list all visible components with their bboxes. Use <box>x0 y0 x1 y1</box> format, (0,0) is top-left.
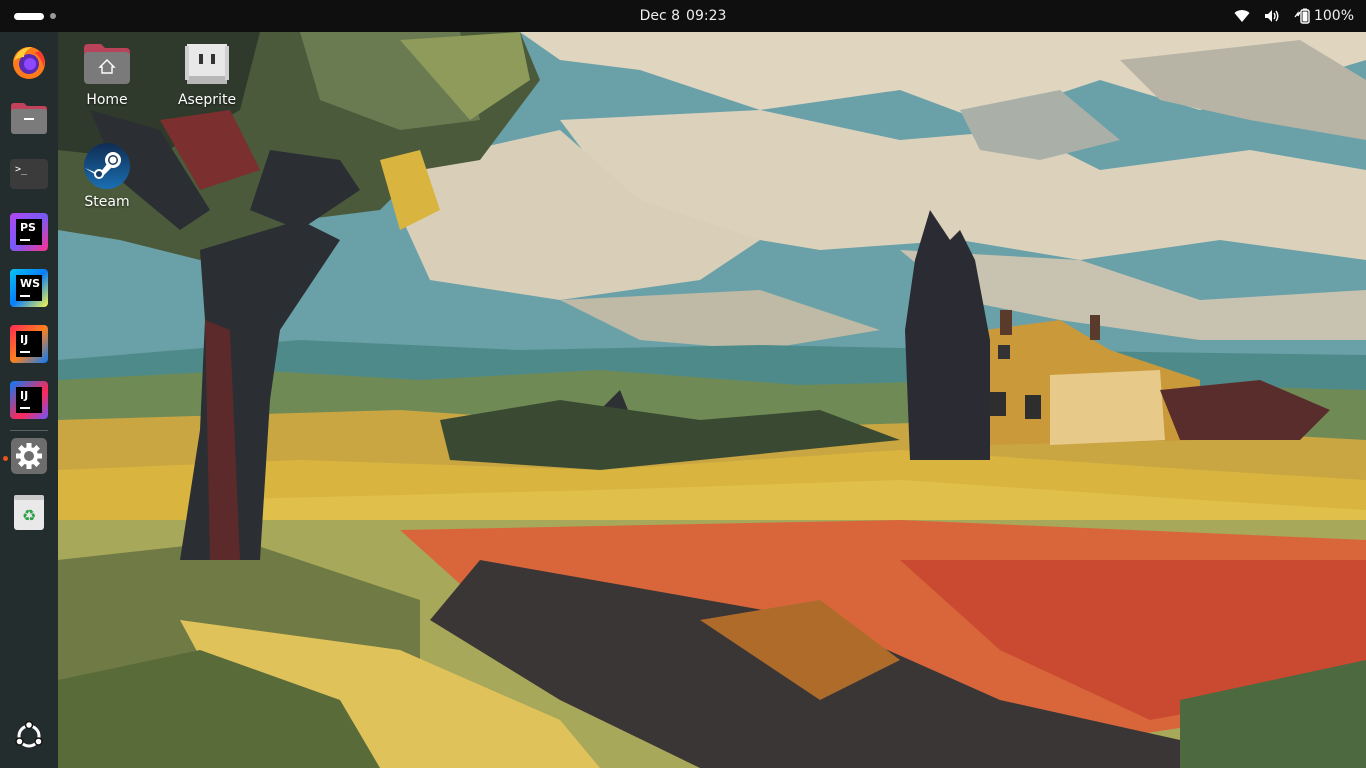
desktop-icon-label: Steam <box>84 194 130 210</box>
dock-item-firefox[interactable] <box>9 44 49 84</box>
terminal-icon: >_ <box>10 159 48 193</box>
show-apps-button[interactable] <box>9 718 49 758</box>
desktop-icon-aseprite[interactable]: Aseprite <box>162 40 252 108</box>
battery-percentage: 100% <box>1313 8 1354 24</box>
webstorm-glyph: WS <box>20 277 41 290</box>
phpstorm-icon: PS <box>10 213 48 251</box>
dock-item-intellij-idea-ce[interactable]: IJ <box>9 380 49 420</box>
recycle-glyph: ♻ <box>22 506 36 525</box>
steam-icon <box>83 142 131 190</box>
clock-date: Dec 8 <box>639 8 681 24</box>
dock-item-trash[interactable]: ♻ <box>9 494 49 534</box>
webstorm-icon: WS <box>10 269 48 307</box>
phpstorm-glyph: PS <box>20 221 36 234</box>
battery-indicator: 100% <box>1294 8 1354 24</box>
volume-icon <box>1264 9 1280 23</box>
trash-icon: ♻ <box>13 493 45 535</box>
ubuntu-apps-icon <box>14 720 44 755</box>
intellij-icon: IJ <box>10 325 48 363</box>
svg-text:>_: >_ <box>15 164 28 175</box>
dock-separator <box>10 430 48 431</box>
gear-icon <box>10 437 48 479</box>
dock-item-settings[interactable] <box>9 438 49 478</box>
dock-item-files[interactable] <box>9 100 49 140</box>
dock-item-phpstorm[interactable]: PS <box>9 212 49 252</box>
battery-icon <box>1294 8 1310 24</box>
dock-item-terminal[interactable]: >_ <box>9 156 49 196</box>
desktop-icon-label: Aseprite <box>177 92 237 108</box>
intellij-glyph: IJ <box>20 333 29 346</box>
desktop-icon-home[interactable]: Home <box>62 40 152 108</box>
desktop-icon-steam[interactable]: Steam <box>62 142 152 210</box>
running-indicator <box>3 456 8 461</box>
desktop-wallpaper <box>0 0 1366 768</box>
clock-time: 09:23 <box>686 8 727 24</box>
dock: >_ PS WS IJ IJ ♻ <box>0 32 58 768</box>
desktop-icon-label: Home <box>86 92 128 108</box>
intellij-ce-glyph: IJ <box>20 389 29 402</box>
firefox-icon <box>10 43 48 85</box>
wifi-icon <box>1234 9 1250 23</box>
folder-icon <box>10 100 48 140</box>
clock[interactable]: Dec 8 09:23 <box>0 0 1366 32</box>
home-folder-icon <box>83 40 131 88</box>
system-tray[interactable]: 100% <box>1234 0 1354 32</box>
dock-item-webstorm[interactable]: WS <box>9 268 49 308</box>
top-bar: Dec 8 09:23 100% <box>0 0 1366 32</box>
intellij-ce-icon: IJ <box>10 381 48 419</box>
dock-item-intellij-idea[interactable]: IJ <box>9 324 49 364</box>
aseprite-icon <box>183 40 231 88</box>
